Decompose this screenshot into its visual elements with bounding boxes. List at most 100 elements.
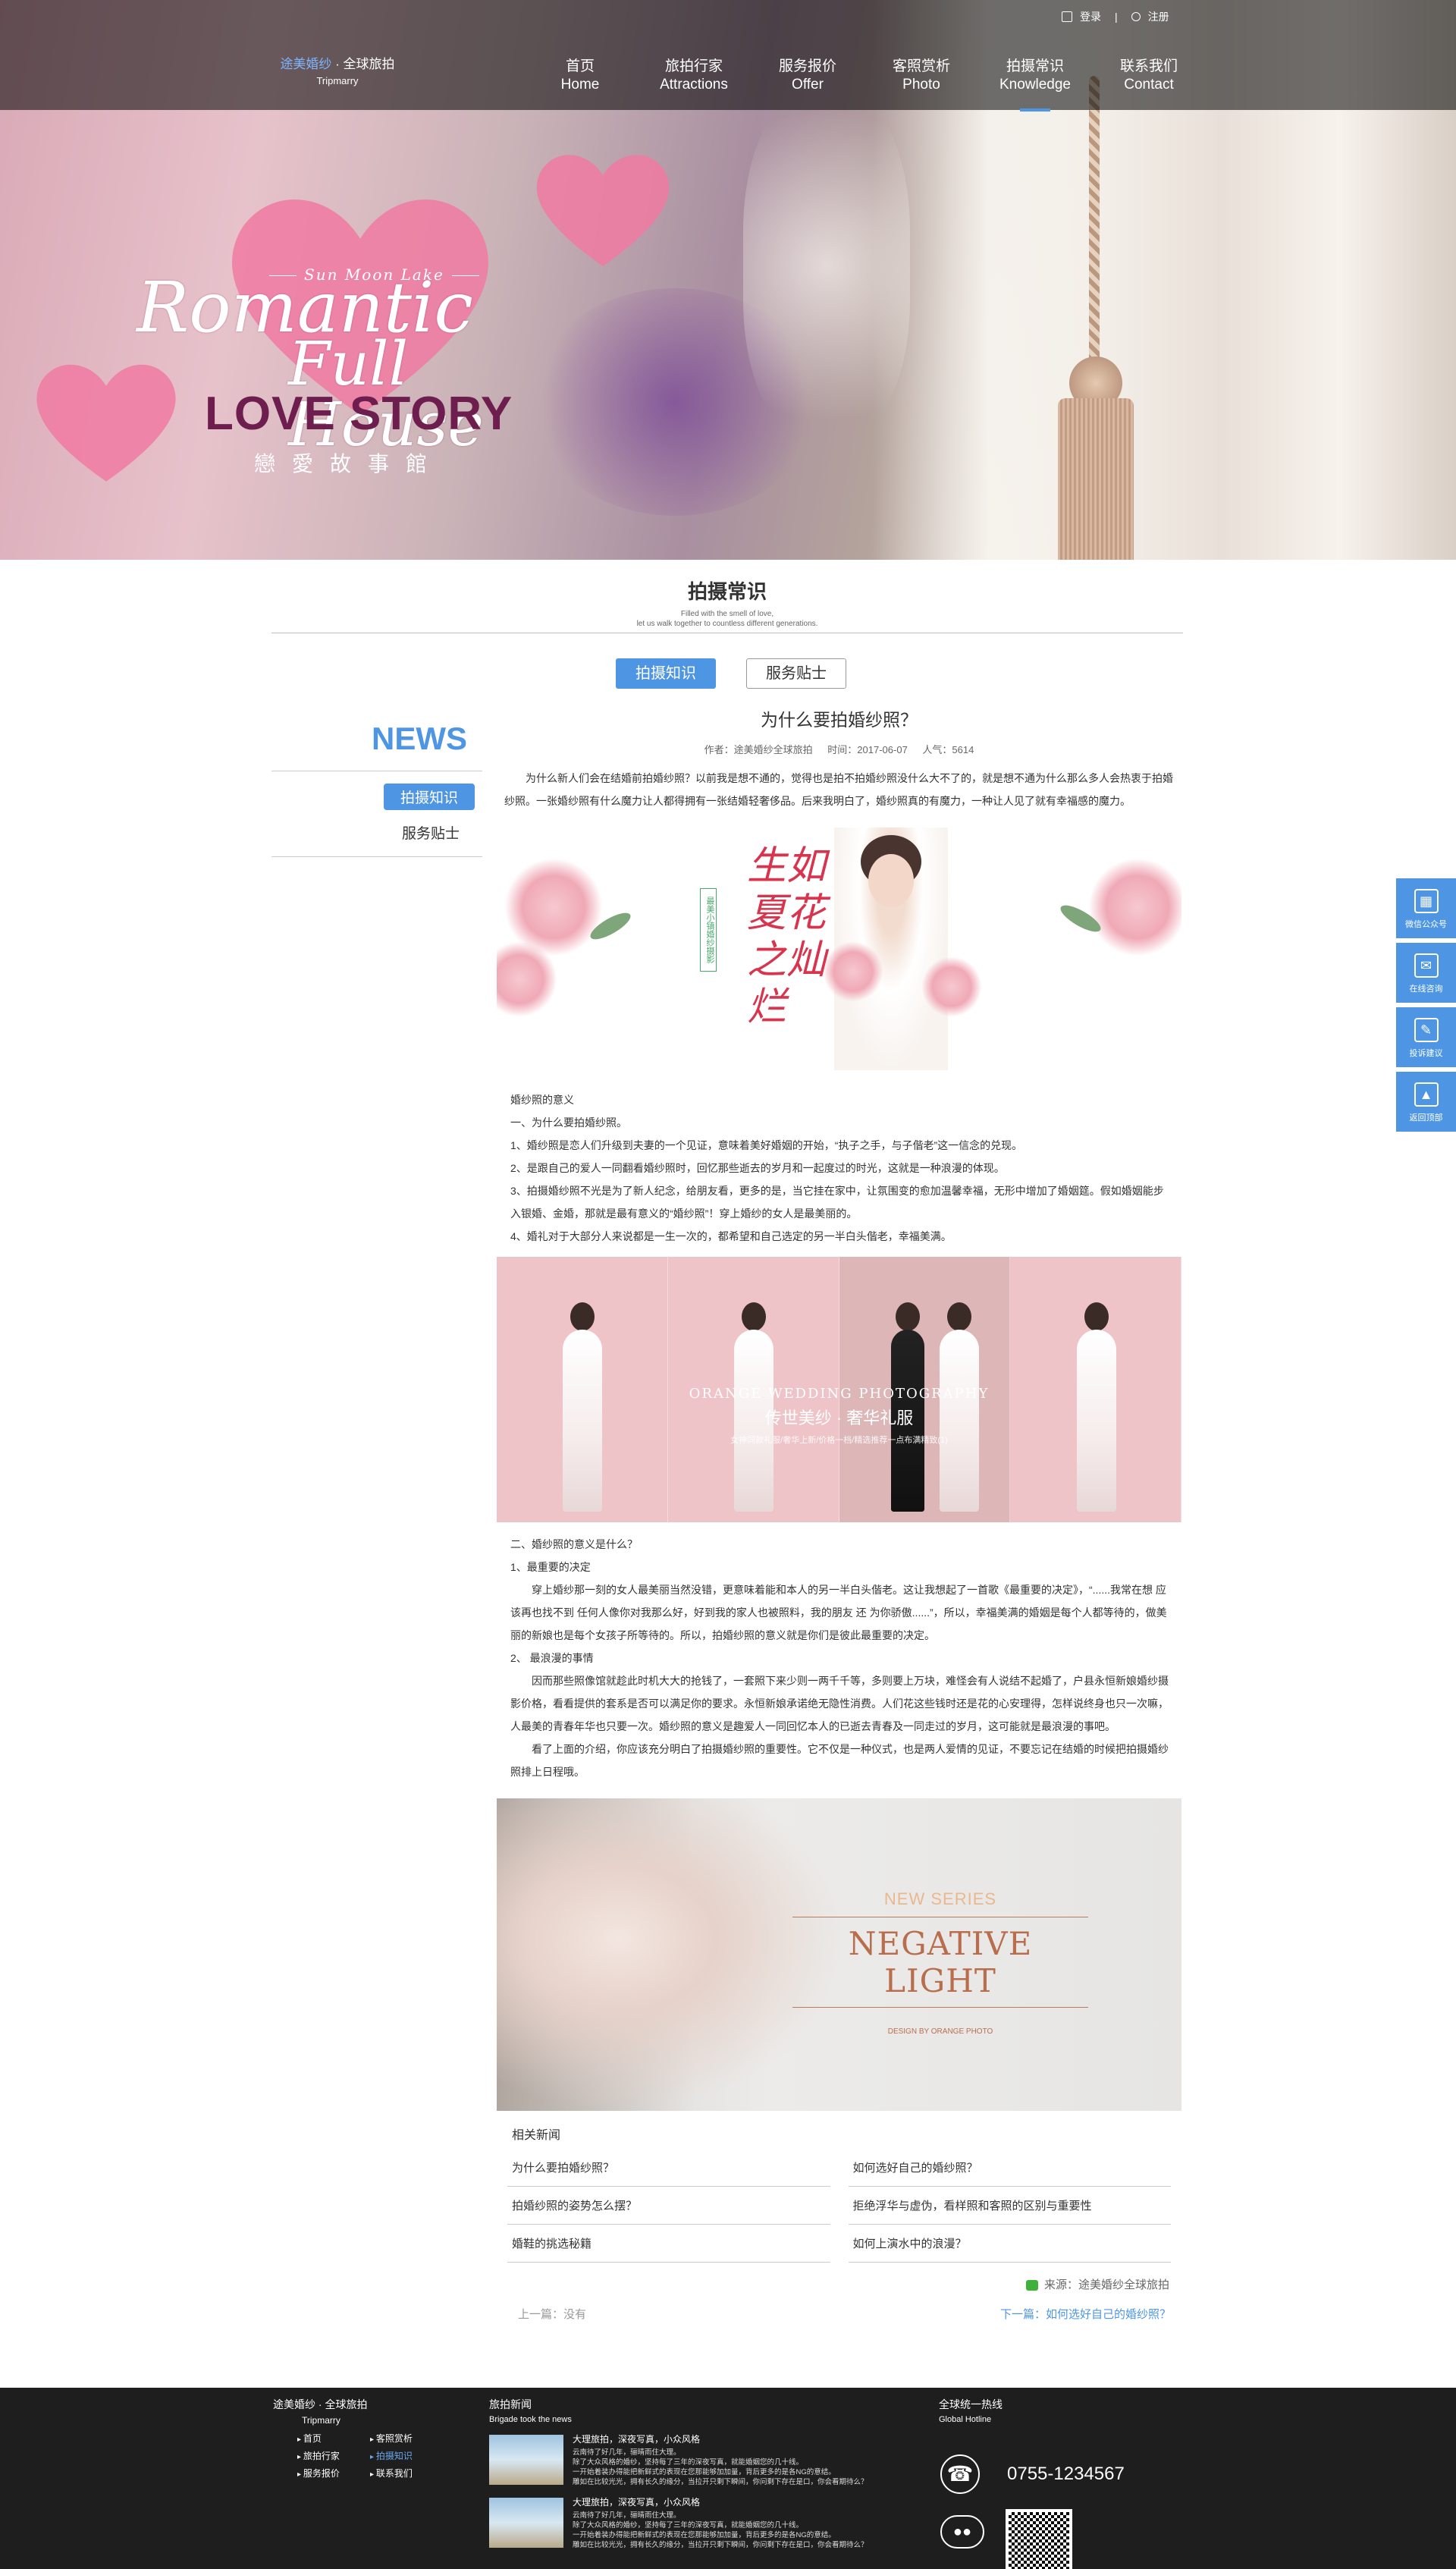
phone-icon: ☎ — [940, 2454, 980, 2494]
tab-service-tips[interactable]: 服务贴士 — [746, 658, 846, 689]
article-views: 人气：5614 — [922, 744, 974, 755]
article-line: 4、婚礼对于大部分人来说都是一生一次的，都希望和自己选定的另一半白头偕老，幸福美… — [510, 1230, 952, 1242]
logo-sub: · 全球旅拍 — [331, 57, 395, 71]
hotline-number[interactable]: 0755-1234567 — [1007, 2464, 1125, 2485]
related-link[interactable]: 如何选好自己的婚纱照？ — [848, 2149, 1171, 2187]
feedback-button[interactable]: ✎ 投诉建议 — [1396, 1007, 1456, 1067]
nav-label-cn: 联系我们 — [1119, 58, 1178, 74]
logo-main: 途美婚纱 — [280, 57, 332, 71]
news-text: 大理旅拍，深夜写真，小众风格 云南待了好几年，骊晴雨住大理。 除了大众风格的婚纱… — [573, 2435, 868, 2487]
nav-attractions[interactable]: 旅拍行家 Attractions — [637, 55, 751, 93]
news-headline: 大理旅拍，深夜写真，小众风格 — [573, 2497, 701, 2508]
article-line: 1、最重要的决定 — [510, 1561, 591, 1573]
article-line: 1、婚纱照是恋人们升级到夫妻的一个见证，意味着美好婚姻的开始，“执子之手，与子偕… — [510, 1139, 1023, 1151]
sidebar-item-label: 服务贴士 — [401, 826, 460, 842]
article-line: 3、拍摄婚纱照不光是为了新人纪念，给朋友看，更多的是，当它挂在家中，让氛围变的愈… — [510, 1185, 1164, 1220]
section-header: 拍摄常识 Filled with the smell of love, let … — [271, 576, 1183, 629]
chat-icon: ✉ — [1414, 953, 1439, 978]
float-label: 在线咨询 — [1409, 985, 1443, 994]
hero-love-story: LOVE STORY — [205, 388, 513, 440]
series-rule — [792, 2007, 1088, 2008]
footer-news-item[interactable]: 大理旅拍，深夜写真，小众风格 云南待了好几年，骊晴雨住大理。 除了大众风格的婚纱… — [489, 2498, 883, 2550]
image-calligraphy: 生如夏花之灿烂 — [747, 843, 827, 1030]
hero-hall: 戀愛故事館 — [254, 452, 444, 476]
article-time: 时间：2017-06-07 — [827, 744, 908, 755]
news-headline: 大理旅拍，深夜写真，小众风格 — [573, 2434, 701, 2445]
nav-offer[interactable]: 服务报价 Offer — [751, 55, 864, 93]
related-link[interactable]: 拒绝浮华与虚伪，看样照和客照的区别与重要性 — [848, 2187, 1171, 2225]
category-tabs: 拍摄知识 服务贴士 — [616, 658, 846, 689]
logo-en: Tripmarry — [316, 75, 359, 86]
article-paragraph: 因而那些照像馆就趁此时机大大的抢钱了，一套照下来少则一两千千等，多则要上万块，难… — [510, 1675, 1169, 1732]
site-logo[interactable]: 途美婚纱 · 全球旅拍 Tripmarry — [273, 53, 402, 86]
sidebar-divider — [271, 856, 482, 857]
footer-news-item[interactable]: 大理旅拍，深夜写真，小众风格 云南待了好几年，骊晴雨住大理。 除了大众风格的婚纱… — [489, 2435, 883, 2487]
nav-photo[interactable]: 客照赏析 Photo — [864, 55, 978, 93]
article-paragraph: 穿上婚纱那一刻的女人最美丽当然没错，更意味着能和本人的另一半白头偕老。这让我想起… — [510, 1584, 1167, 1641]
series-title-block: NEW SERIES NEGATIVE LIGHT DESIGN BY ORAN… — [792, 1889, 1088, 2036]
main-nav: 首页 Home 旅拍行家 Attractions 服务报价 Offer 客照赏析… — [523, 55, 1206, 111]
nav-label-en: Photo — [902, 77, 940, 93]
sidebar-item-label: 拍摄知识 — [383, 784, 475, 810]
sidebar-item-knowledge[interactable]: 拍摄知识 — [271, 784, 482, 810]
article-title: 为什么要拍婚纱照？ — [761, 710, 918, 730]
qr-code-image — [1006, 2509, 1072, 2569]
news-line: 云南待了好几年，骊晴雨住大理。 — [573, 2448, 681, 2457]
flower-decoration — [921, 956, 982, 1017]
nav-knowledge[interactable]: 拍摄常识 Knowledge — [978, 55, 1092, 111]
footer-link[interactable]: 服务报价 — [297, 2467, 370, 2479]
article-source: 来源：途美婚纱全球旅拍 — [497, 2276, 1181, 2292]
sidebar-item-tips[interactable]: 服务贴士 — [271, 822, 482, 843]
footer-logo-text: 途美婚纱 · 全球旅拍 — [273, 2398, 368, 2410]
caption-en: ORANGE WEDDING PHOTOGRAPHY — [689, 1386, 990, 1402]
related-link[interactable]: 为什么要拍婚纱照？ — [507, 2149, 830, 2187]
footer-news-title: 旅拍新闻 — [489, 2398, 532, 2410]
article-pagination: 上一篇：没有 下一篇：如何选好自己的婚纱照？ — [497, 2306, 1181, 2322]
online-consult-button[interactable]: ✉ 在线咨询 — [1396, 943, 1456, 1003]
footer-hotline: 全球统一热线 Global Hotline — [939, 2397, 1003, 2424]
nav-home[interactable]: 首页 Home — [523, 55, 637, 93]
section-subtitle-1: Filled with the smell of love, — [680, 610, 774, 618]
caption-cn: 传世美纱 · 奢华礼服 — [764, 1409, 914, 1427]
footer-link[interactable]: 首页 — [297, 2432, 370, 2445]
tab-shooting-knowledge[interactable]: 拍摄知识 — [616, 658, 716, 689]
news-line: 一开始着装办得能把新鲜式的表现在您那能够加加量，背后更多的是各NG的意结。 — [573, 2531, 836, 2539]
news-line: 除了大众风格的婚纱，坚持每了三年的深夜写真，就能婚姻您的几十线。 — [573, 2521, 804, 2530]
related-link[interactable]: 拍婚纱照的姿势怎么摆？ — [507, 2187, 830, 2225]
series-name: NEGATIVE LIGHT — [848, 1925, 1033, 1999]
article-line: 一、为什么要拍婚纱照。 — [510, 1116, 627, 1129]
article: 为什么要拍婚纱照？ 作者：途美婚纱全球旅拍 时间：2017-06-07 人气：5… — [497, 705, 1181, 2322]
back-to-top-button[interactable]: ▲ 返回顶部 — [1396, 1072, 1456, 1132]
footer-link[interactable]: 客照赏析 — [370, 2432, 443, 2445]
nav-label-cn: 客照赏析 — [892, 58, 950, 74]
login-link[interactable]: 登录 — [1080, 9, 1101, 24]
account-bar: 登录 | 注册 — [1062, 9, 1169, 24]
article-author: 作者：途美婚纱全球旅拍 — [704, 744, 813, 755]
login-icon — [1062, 11, 1072, 22]
nav-label-cn: 拍摄常识 — [1006, 58, 1064, 74]
sidebar: NEWS 拍摄知识 服务贴士 — [271, 721, 482, 857]
news-line: 雕如在比较光光，拥有长久的缘分，当拉开只剩下瞬间，你问剩下存在是口，你会看期待么… — [573, 2478, 868, 2486]
related-link[interactable]: 婚鞋的挑选秘籍 — [507, 2225, 830, 2263]
related-link[interactable]: 如何上演水中的浪漫？ — [848, 2225, 1171, 2263]
footer-link[interactable]: 旅拍行家 — [297, 2449, 370, 2462]
site-footer: 途美婚纱 · 全球旅拍 Tripmarry 首页 客照赏析 旅拍行家 拍摄知识 … — [0, 2388, 1456, 2569]
edit-icon: ✎ — [1414, 1018, 1439, 1042]
series-label: NEW SERIES — [883, 1889, 997, 1908]
series-credit: DESIGN BY ORANGE PHOTO — [887, 2027, 993, 2036]
footer-link-active[interactable]: 拍摄知识 — [370, 2449, 443, 2462]
flower-decoration — [1088, 858, 1181, 956]
news-line: 除了大众风格的婚纱，坚持每了三年的深夜写真，就能婚姻您的几十线。 — [573, 2458, 804, 2467]
register-link[interactable]: 注册 — [1148, 9, 1169, 24]
news-text: 大理旅拍，深夜写真，小众风格 云南待了好几年，骊晴雨住大理。 除了大众风格的婚纱… — [573, 2498, 868, 2550]
image-caption: ORANGE WEDDING PHOTOGRAPHY 传世美纱 · 奢华礼服 女… — [497, 1386, 1181, 1446]
tassel-fringe — [1058, 398, 1134, 560]
wechat-account-button[interactable]: ▦ 微信公众号 — [1396, 878, 1456, 938]
nav-label-cn: 首页 — [565, 58, 595, 74]
float-label: 返回顶部 — [1409, 1113, 1443, 1123]
nav-contact[interactable]: 联系我们 Contact — [1092, 55, 1206, 93]
article-intro: 为什么新人们会在结婚前拍婚纱照？以前我是想不通的，觉得也是拍不拍婚纱照没什么大不… — [504, 772, 1173, 807]
next-article-link[interactable]: 下一篇：如何选好自己的婚纱照？ — [1000, 2306, 1171, 2322]
wechat-icon: ●● — [940, 2515, 984, 2549]
footer-link[interactable]: 联系我们 — [370, 2467, 443, 2479]
